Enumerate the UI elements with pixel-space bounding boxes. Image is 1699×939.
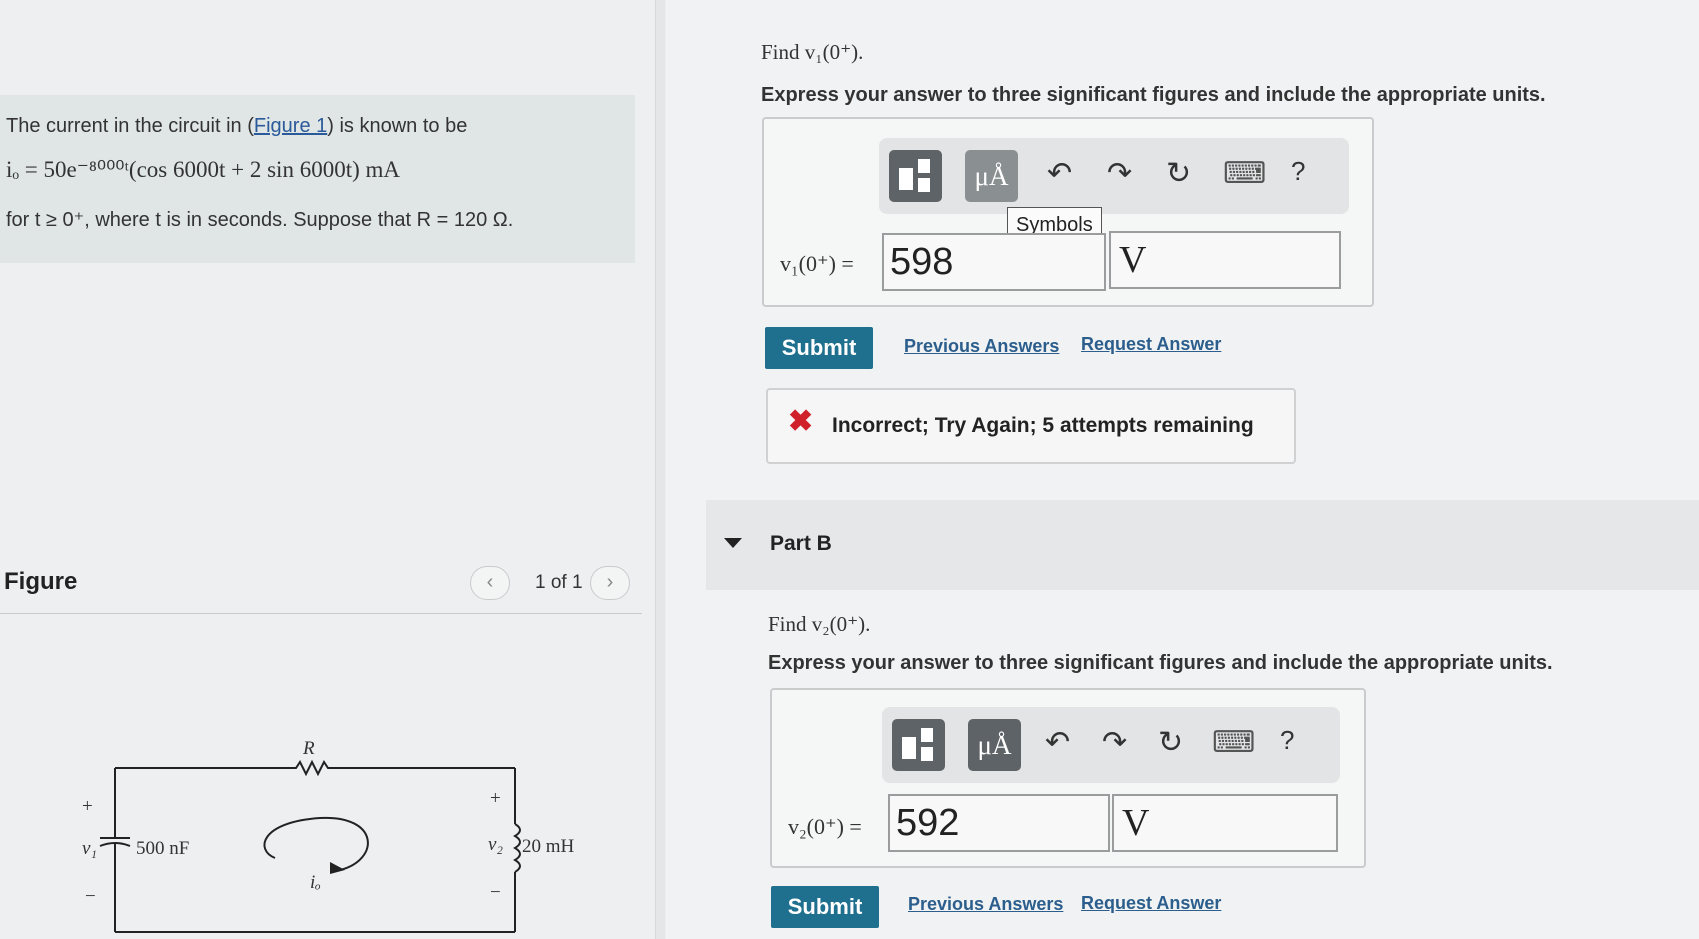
redo-icon[interactable]: ↷ [1102, 725, 1127, 760]
part-a-unit-input[interactable]: V [1109, 231, 1341, 289]
reset-icon[interactable]: ↻ [1158, 725, 1183, 760]
help-icon[interactable]: ? [1280, 725, 1294, 756]
templates-icon [902, 737, 916, 759]
undo-icon[interactable]: ↶ [1047, 156, 1072, 191]
chevron-left-icon: ‹ [486, 571, 494, 593]
part-a-toolbar: μÅ ↶ ↷ ↻ ⌨ ? [879, 138, 1349, 214]
current-label: iₒ [310, 872, 321, 893]
figure-divider [0, 613, 642, 614]
part-a-submit-button[interactable]: Submit [765, 327, 873, 369]
v2-minus: − [490, 882, 501, 903]
answer-panel: Find v₁(0⁺). Express your answer to thre… [666, 0, 1699, 939]
v2-plus: + [490, 788, 501, 809]
part-a-previous-answers-link[interactable]: Previous Answers [904, 336, 1059, 357]
resistor-r [115, 759, 515, 777]
part-a-value-input[interactable]: 598 [882, 233, 1106, 291]
inductor-label: 20 mH [522, 836, 575, 857]
v1-plus: + [82, 796, 93, 817]
part-b-answer-box: μÅ ↶ ↷ ↻ ⌨ ? v₂(0⁺) = 592 V [770, 688, 1366, 868]
reset-icon[interactable]: ↻ [1166, 156, 1191, 191]
templates-icon [899, 168, 913, 190]
current-equation: iₒ = 50e⁻⁸⁰⁰⁰ᵗ(cos 6000t + 2 sin 6000t) … [6, 157, 400, 182]
units-icon: μÅ [974, 161, 1009, 191]
resistor-label: R [302, 738, 315, 759]
units-button[interactable]: μÅ [968, 719, 1021, 771]
keyboard-icon[interactable]: ⌨ [1223, 156, 1266, 191]
part-b-submit-button[interactable]: Submit [771, 886, 879, 928]
part-b-toolbar: μÅ ↶ ↷ ↻ ⌨ ? [882, 707, 1340, 783]
part-b-header[interactable] [706, 500, 1699, 590]
feedback-message: Incorrect; Try Again; 5 attempts remaini… [832, 414, 1254, 437]
part-a-answer-box: μÅ ↶ ↷ ↻ ⌨ ? Symbols v₁(0⁺) = 598 V [762, 117, 1374, 307]
current-arrowhead [330, 862, 345, 874]
part-b-value-input[interactable]: 592 [888, 794, 1110, 852]
part-a-request-answer-link[interactable]: Request Answer [1081, 334, 1221, 355]
previous-figure-button[interactable]: ‹ [470, 566, 510, 600]
problem-condition: for t ≥ 0⁺, where t is in seconds. Suppo… [6, 209, 514, 231]
part-b-previous-answers-link[interactable]: Previous Answers [908, 894, 1063, 915]
redo-icon[interactable]: ↷ [1107, 156, 1132, 191]
circuit-diagram: R + − v₁ 500 nF + − v₂ 20 mH iₒ [82, 738, 575, 933]
keyboard-icon[interactable]: ⌨ [1212, 725, 1255, 760]
panel-divider[interactable] [655, 0, 665, 939]
current-loop-arrow [263, 816, 369, 871]
part-b-instructions: Express your answer to three significant… [768, 652, 1553, 674]
part-a-answer-label: v₁(0⁺) = [780, 251, 854, 276]
v2-label: v₂ [488, 834, 503, 855]
figure-heading: Figure [4, 568, 78, 595]
v1-label: v₁ [82, 838, 97, 859]
part-b-question: Find v₂(0⁺). [768, 612, 871, 636]
incorrect-icon: ✖ [788, 405, 814, 438]
problem-intro: The current in the circuit in (Figure 1)… [6, 115, 468, 137]
figure-count: 1 of 1 [535, 572, 583, 593]
inductor [513, 823, 521, 873]
v1-minus: − [85, 886, 96, 907]
part-b-unit-input[interactable]: V [1112, 794, 1338, 852]
undo-icon[interactable]: ↶ [1045, 725, 1070, 760]
figure-link[interactable]: Figure 1 [254, 115, 327, 137]
collapse-caret-icon[interactable] [724, 538, 742, 548]
part-b-title: Part B [770, 532, 832, 555]
units-button[interactable]: μÅ [965, 150, 1018, 202]
units-icon: μÅ [977, 730, 1012, 760]
chevron-right-icon: › [606, 571, 614, 593]
part-a-question: Find v₁(0⁺). [761, 40, 864, 64]
part-a-instructions: Express your answer to three significant… [761, 84, 1546, 106]
problem-panel: The current in the circuit in (Figure 1)… [0, 0, 660, 939]
part-a-feedback: ✖ Incorrect; Try Again; 5 attempts remai… [766, 388, 1296, 464]
templates-button[interactable] [889, 150, 942, 202]
problem-statement: The current in the circuit in (Figure 1)… [0, 95, 635, 263]
part-b-request-answer-link[interactable]: Request Answer [1081, 893, 1221, 914]
part-b-answer-label: v₂(0⁺) = [788, 814, 862, 839]
capacitor-label: 500 nF [136, 838, 189, 859]
next-figure-button[interactable]: › [590, 566, 630, 600]
help-icon[interactable]: ? [1291, 156, 1305, 187]
templates-button[interactable] [892, 719, 945, 771]
